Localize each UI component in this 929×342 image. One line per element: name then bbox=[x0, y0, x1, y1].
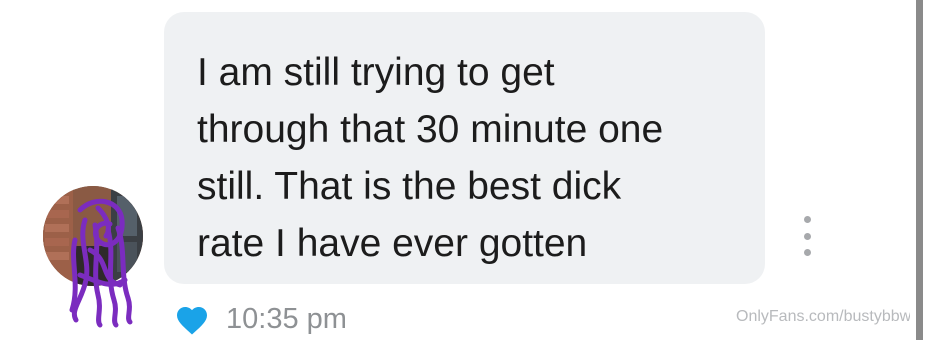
avatar-photo bbox=[43, 186, 143, 286]
sender-avatar[interactable] bbox=[43, 186, 143, 286]
vertical-dots-icon bbox=[803, 249, 811, 256]
message-meta: 10:35 pm bbox=[174, 296, 347, 342]
message-timestamp: 10:35 pm bbox=[226, 302, 347, 335]
scrollbar-thumb[interactable] bbox=[916, 0, 923, 340]
watermark: OnlyFans.com/bustybbwkate bbox=[736, 308, 929, 325]
message-text: I am still trying to get through that 30… bbox=[197, 51, 664, 265]
scrollbar[interactable] bbox=[910, 0, 929, 340]
chat-area: I am still trying to get through that 30… bbox=[0, 0, 929, 342]
heart-icon[interactable] bbox=[174, 302, 210, 336]
vertical-dots-icon bbox=[803, 216, 811, 223]
vertical-dots-icon bbox=[803, 232, 811, 240]
message-options-button[interactable] bbox=[796, 216, 818, 256]
message-bubble[interactable]: I am still trying to get through that 30… bbox=[164, 12, 765, 284]
